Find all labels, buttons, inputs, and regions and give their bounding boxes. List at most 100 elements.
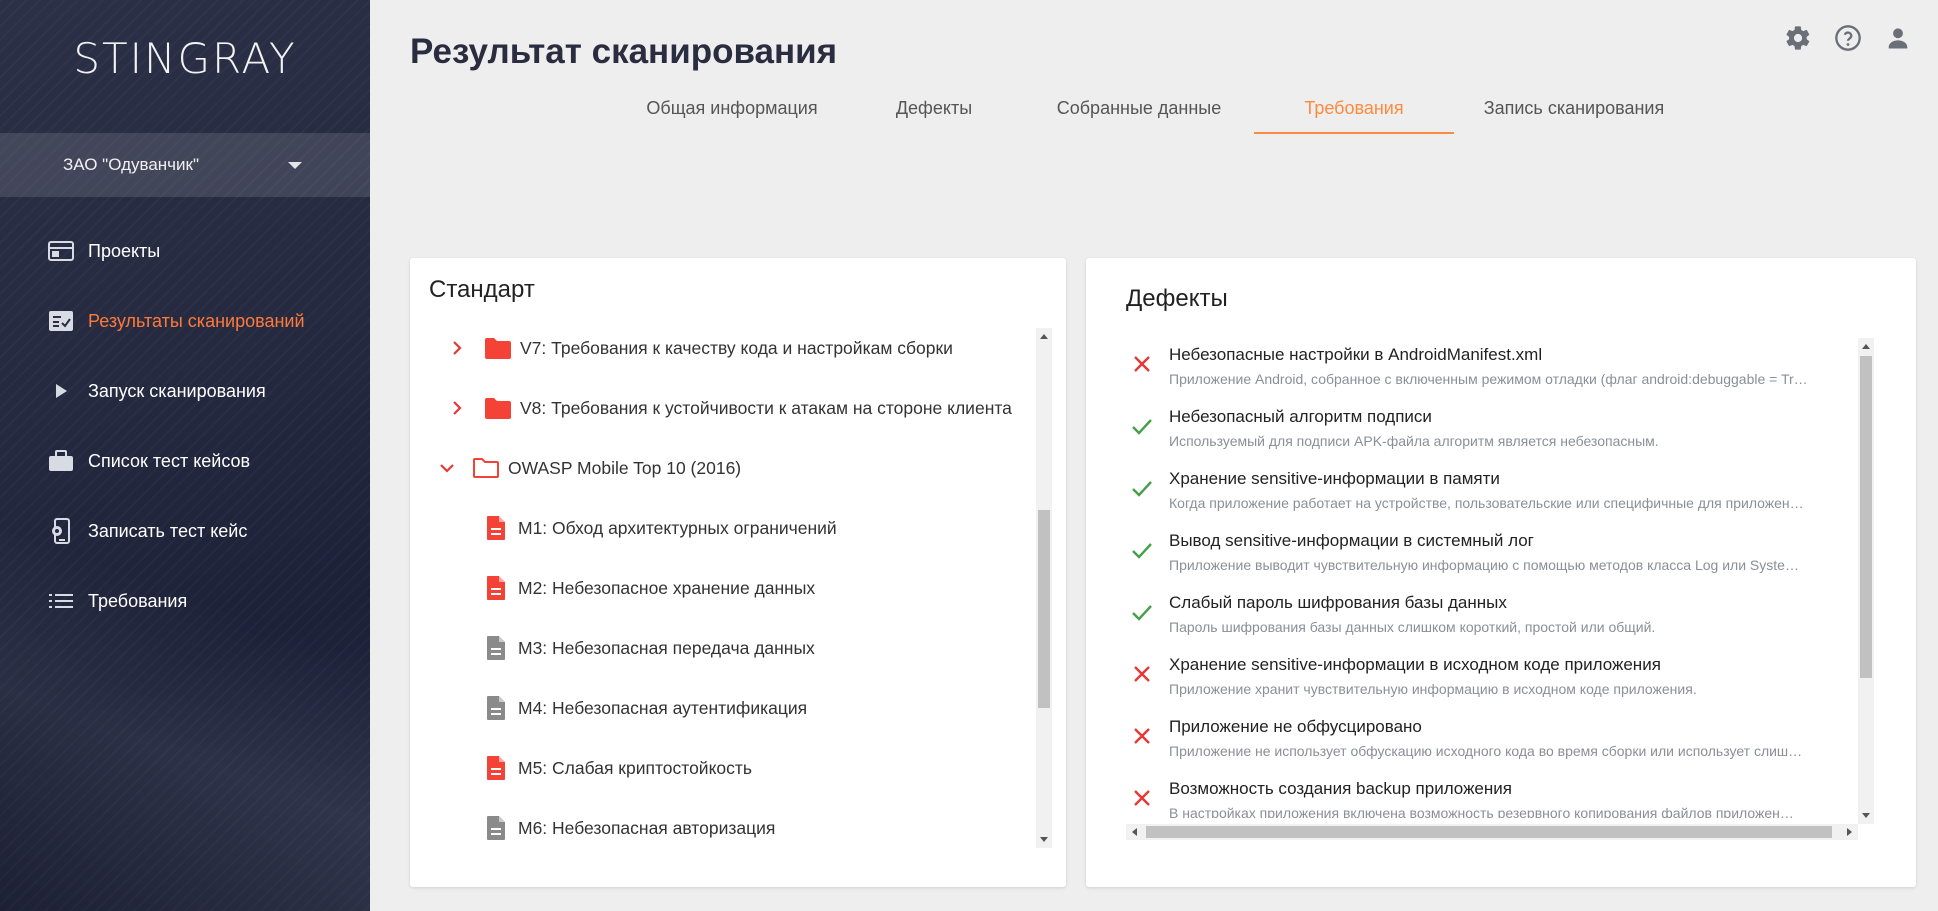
help-icon[interactable] bbox=[1834, 24, 1862, 52]
tree-scrollbar[interactable] bbox=[1036, 328, 1052, 848]
scan-results-icon bbox=[48, 308, 74, 334]
defects-list: Небезопасные настройки в AndroidManifest… bbox=[1126, 338, 1844, 818]
tabs: Общая информация Дефекты Собранные данны… bbox=[620, 82, 1694, 134]
org-selector[interactable]: ЗАО "Одуванчик" bbox=[0, 133, 370, 197]
defect-title: Приложение не обфусцировано bbox=[1169, 717, 1422, 736]
tree-file[interactable]: M3: Небезопасная передача данных bbox=[482, 628, 815, 668]
page-title: Результат сканирования bbox=[410, 32, 838, 71]
scroll-up-icon[interactable] bbox=[1040, 334, 1048, 339]
sidebar-item-label: Записать тест кейс bbox=[88, 520, 248, 541]
scroll-down-icon[interactable] bbox=[1040, 837, 1048, 842]
standard-title: Стандарт bbox=[429, 276, 535, 303]
scroll-right-icon[interactable] bbox=[1847, 828, 1852, 836]
folder-open-icon bbox=[472, 454, 500, 482]
chevron-right-icon[interactable] bbox=[446, 397, 468, 419]
check-icon bbox=[1130, 476, 1154, 500]
record-testcase-icon bbox=[48, 518, 74, 544]
document-icon bbox=[482, 514, 510, 542]
tree-label: M5: Слабая криптостойкость bbox=[518, 757, 753, 778]
tab-defects[interactable]: Дефекты bbox=[844, 82, 1024, 134]
scroll-down-icon[interactable] bbox=[1862, 813, 1870, 818]
list-item[interactable]: Хранение sensitive-информации в памяти К… bbox=[1126, 462, 1844, 524]
list-item[interactable]: Хранение sensitive-информации в исходном… bbox=[1126, 648, 1844, 710]
scrollbar-thumb[interactable] bbox=[1860, 356, 1872, 678]
defect-title: Хранение sensitive-информации в исходном… bbox=[1169, 655, 1661, 674]
defect-description: Приложение выводит чувствительную информ… bbox=[1169, 557, 1799, 573]
tree-label: M4: Небезопасная аутентификация bbox=[518, 697, 808, 718]
tab-scan-recording[interactable]: Запись сканирования bbox=[1454, 82, 1694, 134]
defect-description: Используемый для подписи APK-файла алгор… bbox=[1169, 433, 1659, 449]
document-icon bbox=[482, 574, 510, 602]
close-icon bbox=[1130, 724, 1154, 748]
tree-folder[interactable]: V8: Требования к устойчивости к атакам н… bbox=[446, 388, 1012, 428]
tab-requirements[interactable]: Требования bbox=[1254, 82, 1454, 134]
tree-label: OWASP Mobile Top 10 (2016) bbox=[508, 457, 742, 478]
tree-file[interactable]: M5: Слабая криптостойкость bbox=[482, 748, 752, 788]
scrollbar-thumb[interactable] bbox=[1038, 510, 1050, 708]
play-icon bbox=[48, 378, 74, 404]
scrollbar-thumb[interactable] bbox=[1146, 826, 1832, 838]
list-item[interactable]: Вывод sensitive-информации в системный л… bbox=[1126, 524, 1844, 586]
list-item[interactable]: Возможность создания backup приложения В… bbox=[1126, 772, 1844, 818]
defects-title: Дефекты bbox=[1126, 285, 1228, 312]
list-icon bbox=[48, 588, 74, 614]
close-icon bbox=[1130, 662, 1154, 686]
defects-vscrollbar[interactable] bbox=[1858, 338, 1874, 824]
sidebar-item-testcases[interactable]: Список тест кейсов bbox=[0, 426, 370, 496]
sidebar-item-projects[interactable]: Проекты bbox=[0, 216, 370, 286]
tree-label: V8: Требования к устойчивости к атакам н… bbox=[520, 397, 1012, 418]
defect-title: Хранение sensitive-информации в памяти bbox=[1169, 469, 1500, 488]
standard-panel: Стандарт V7: Требования к качеству кода … bbox=[410, 258, 1066, 887]
tree-file[interactable]: M6: Небезопасная авторизация bbox=[482, 808, 775, 848]
defects-panel: Дефекты Небезопасные настройки в Android… bbox=[1086, 258, 1916, 887]
folder-icon bbox=[484, 334, 512, 362]
tree-label: M1: Обход архитектурных ограничений bbox=[518, 517, 837, 538]
document-icon bbox=[482, 754, 510, 782]
list-item[interactable]: Слабый пароль шифрования базы данных Пар… bbox=[1126, 586, 1844, 648]
projects-icon bbox=[48, 238, 74, 264]
list-item[interactable]: Небезопасный алгоритм подписи Используем… bbox=[1126, 400, 1844, 462]
document-icon bbox=[482, 814, 510, 842]
header-actions bbox=[1784, 24, 1912, 52]
app-logo[interactable]: STINGRAY bbox=[0, 34, 370, 83]
defect-title: Небезопасные настройки в AndroidManifest… bbox=[1169, 345, 1543, 364]
tree-file[interactable]: M1: Обход архитектурных ограничений bbox=[482, 508, 837, 548]
list-item[interactable]: Небезопасные настройки в AndroidManifest… bbox=[1126, 338, 1844, 400]
sidebar-item-label: Требования bbox=[88, 590, 188, 611]
defect-description: Когда приложение работает на устройстве,… bbox=[1169, 495, 1804, 511]
sidebar-item-label: Проекты bbox=[88, 240, 161, 261]
sidebar-item-scan-results[interactable]: Результаты сканирований bbox=[0, 286, 370, 356]
tab-collected-data[interactable]: Собранные данные bbox=[1024, 82, 1254, 134]
sidebar: STINGRAY ЗАО "Одуванчик" Проекты Результ… bbox=[0, 0, 370, 911]
tree-file[interactable]: M4: Небезопасная аутентификация bbox=[482, 688, 807, 728]
defect-title: Небезопасный алгоритм подписи bbox=[1169, 407, 1432, 426]
defect-description: Пароль шифрования базы данных слишком ко… bbox=[1169, 619, 1656, 635]
settings-icon[interactable] bbox=[1784, 24, 1812, 52]
tree-label: M2: Небезопасное хранение данных bbox=[518, 577, 816, 598]
scroll-left-icon[interactable] bbox=[1132, 828, 1137, 836]
tree-folder[interactable]: V7: Требования к качеству кода и настрой… bbox=[446, 328, 953, 368]
sidebar-item-run-scan[interactable]: Запуск сканирования bbox=[0, 356, 370, 426]
chevron-down-icon[interactable] bbox=[436, 457, 458, 479]
briefcase-icon bbox=[48, 448, 74, 474]
defect-description: Приложение не использует обфускацию исхо… bbox=[1169, 743, 1803, 759]
defects-hscrollbar[interactable] bbox=[1126, 824, 1858, 840]
list-item[interactable]: Приложение не обфусцировано Приложение н… bbox=[1126, 710, 1844, 772]
tab-general[interactable]: Общая информация bbox=[620, 82, 844, 134]
defect-description: В настройках приложения включена возможн… bbox=[1169, 805, 1794, 818]
sidebar-item-label: Запуск сканирования bbox=[88, 380, 266, 401]
check-icon bbox=[1130, 538, 1154, 562]
tree-label: V7: Требования к качеству кода и настрой… bbox=[520, 337, 953, 358]
account-icon[interactable] bbox=[1884, 24, 1912, 52]
scroll-up-icon[interactable] bbox=[1862, 344, 1870, 349]
tree-file[interactable]: M2: Небезопасное хранение данных bbox=[482, 568, 815, 608]
sidebar-item-record-testcase[interactable]: Записать тест кейс bbox=[0, 496, 370, 566]
tree-label: M6: Небезопасная авторизация bbox=[518, 817, 776, 838]
sidebar-item-label: Результаты сканирований bbox=[88, 310, 305, 331]
tree-folder-expanded[interactable]: OWASP Mobile Top 10 (2016) bbox=[436, 448, 741, 488]
chevron-right-icon[interactable] bbox=[446, 337, 468, 359]
sidebar-item-requirements[interactable]: Требования bbox=[0, 566, 370, 636]
chevron-down-icon bbox=[288, 162, 302, 169]
folder-icon bbox=[484, 394, 512, 422]
document-icon bbox=[482, 694, 510, 722]
